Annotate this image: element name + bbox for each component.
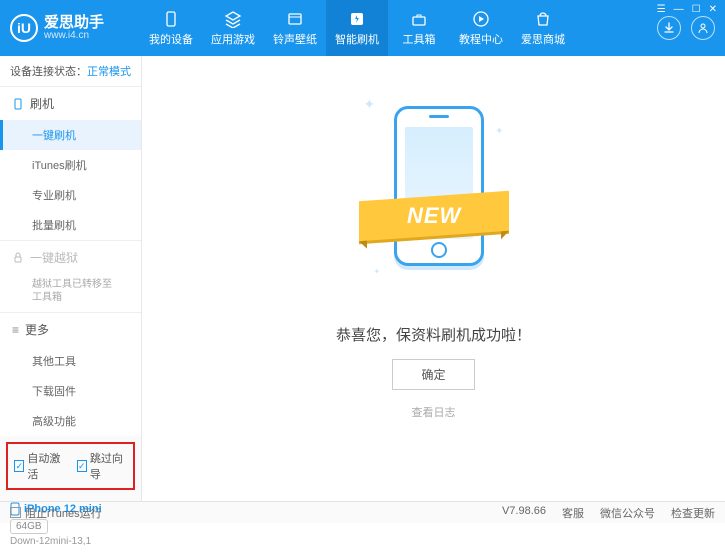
storage-badge: 64GB xyxy=(10,519,48,534)
sidebar-item-more-2[interactable]: 高级功能 xyxy=(0,406,141,436)
sidebar-item-flash-1[interactable]: iTunes刷机 xyxy=(0,150,141,180)
nav-tab-flash[interactable]: 智能刷机 xyxy=(326,0,388,56)
wechat-link[interactable]: 微信公众号 xyxy=(600,505,655,521)
toolbox-icon xyxy=(410,10,428,28)
tutorials-icon xyxy=(472,10,490,28)
ringtone-icon xyxy=(286,10,304,28)
flash-icon xyxy=(348,10,366,28)
shop-icon xyxy=(534,10,552,28)
section-flash-head[interactable]: 刷机 xyxy=(0,87,141,120)
nav-tab-device[interactable]: 我的设备 xyxy=(140,0,202,56)
user-icon[interactable] xyxy=(691,16,715,40)
block-itunes-checkbox[interactable]: 阻止iTunes运行 xyxy=(10,505,102,521)
sidebar-item-more-1[interactable]: 下载固件 xyxy=(0,376,141,406)
check-update-link[interactable]: 检查更新 xyxy=(671,505,715,521)
view-log-link[interactable]: 查看日志 xyxy=(412,404,456,420)
nav-tab-toolbox[interactable]: 工具箱 xyxy=(388,0,450,56)
version-label: V7.98.66 xyxy=(502,505,546,521)
logo-icon: iU xyxy=(10,14,38,42)
section-jailbreak-head: 一键越狱 xyxy=(0,241,141,274)
skip-guide-checkbox[interactable]: ✓跳过向导 xyxy=(77,450,128,482)
sidebar-item-more-0[interactable]: 其他工具 xyxy=(0,346,141,376)
status-value: 正常模式 xyxy=(87,66,131,78)
close-icon[interactable]: ✕ xyxy=(709,4,717,15)
jailbreak-note: 越狱工具已转移至工具箱 xyxy=(0,274,141,312)
device-model: Down-12mini-13,1 xyxy=(10,536,131,547)
app-name: 爱思助手 xyxy=(44,15,104,30)
minimize-icon[interactable]: — xyxy=(674,4,684,15)
success-message: 恭喜您，保资料刷机成功啦！ xyxy=(336,324,531,345)
device-icon xyxy=(162,10,180,28)
nav-tab-apps[interactable]: 应用游戏 xyxy=(202,0,264,56)
app-url: www.i4.cn xyxy=(44,30,104,41)
nav-tab-tutorials[interactable]: 教程中心 xyxy=(450,0,512,56)
nav-tab-ringtone[interactable]: 铃声壁纸 xyxy=(264,0,326,56)
ribbon-text: NEW xyxy=(406,203,460,229)
sidebar: 设备连接状态：正常模式 刷机 一键刷机iTunes刷机专业刷机批量刷机 一键越狱… xyxy=(0,56,142,501)
sidebar-item-flash-3[interactable]: 批量刷机 xyxy=(0,210,141,240)
settings-icon[interactable]: ☰ xyxy=(657,4,666,15)
success-illustration: ✦ ✦ ✦ NEW xyxy=(359,86,509,306)
apps-icon xyxy=(224,10,242,28)
maximize-icon[interactable]: ☐ xyxy=(692,4,701,15)
main-content: ✦ ✦ ✦ NEW 恭喜您，保资料刷机成功啦！ 确定 查看日志 xyxy=(142,56,725,501)
auto-activate-checkbox[interactable]: ✓自动激活 xyxy=(14,450,65,482)
sidebar-item-flash-0[interactable]: 一键刷机 xyxy=(0,120,141,150)
sidebar-item-flash-2[interactable]: 专业刷机 xyxy=(0,180,141,210)
status-label: 设备连接状态： xyxy=(10,66,87,78)
nav-tab-shop[interactable]: 爱思商城 xyxy=(512,0,574,56)
status-row: 设备连接状态：正常模式 xyxy=(0,56,141,87)
customer-service-link[interactable]: 客服 xyxy=(562,505,584,521)
checkbox-highlight: ✓自动激活 ✓跳过向导 xyxy=(6,442,135,490)
download-icon[interactable] xyxy=(657,16,681,40)
ok-button[interactable]: 确定 xyxy=(392,359,474,390)
header: iU 爱思助手 www.i4.cn 我的设备应用游戏铃声壁纸智能刷机工具箱教程中… xyxy=(0,0,725,56)
logo: iU 爱思助手 www.i4.cn xyxy=(10,14,140,42)
section-more-head[interactable]: ≡ 更多 xyxy=(0,313,141,346)
